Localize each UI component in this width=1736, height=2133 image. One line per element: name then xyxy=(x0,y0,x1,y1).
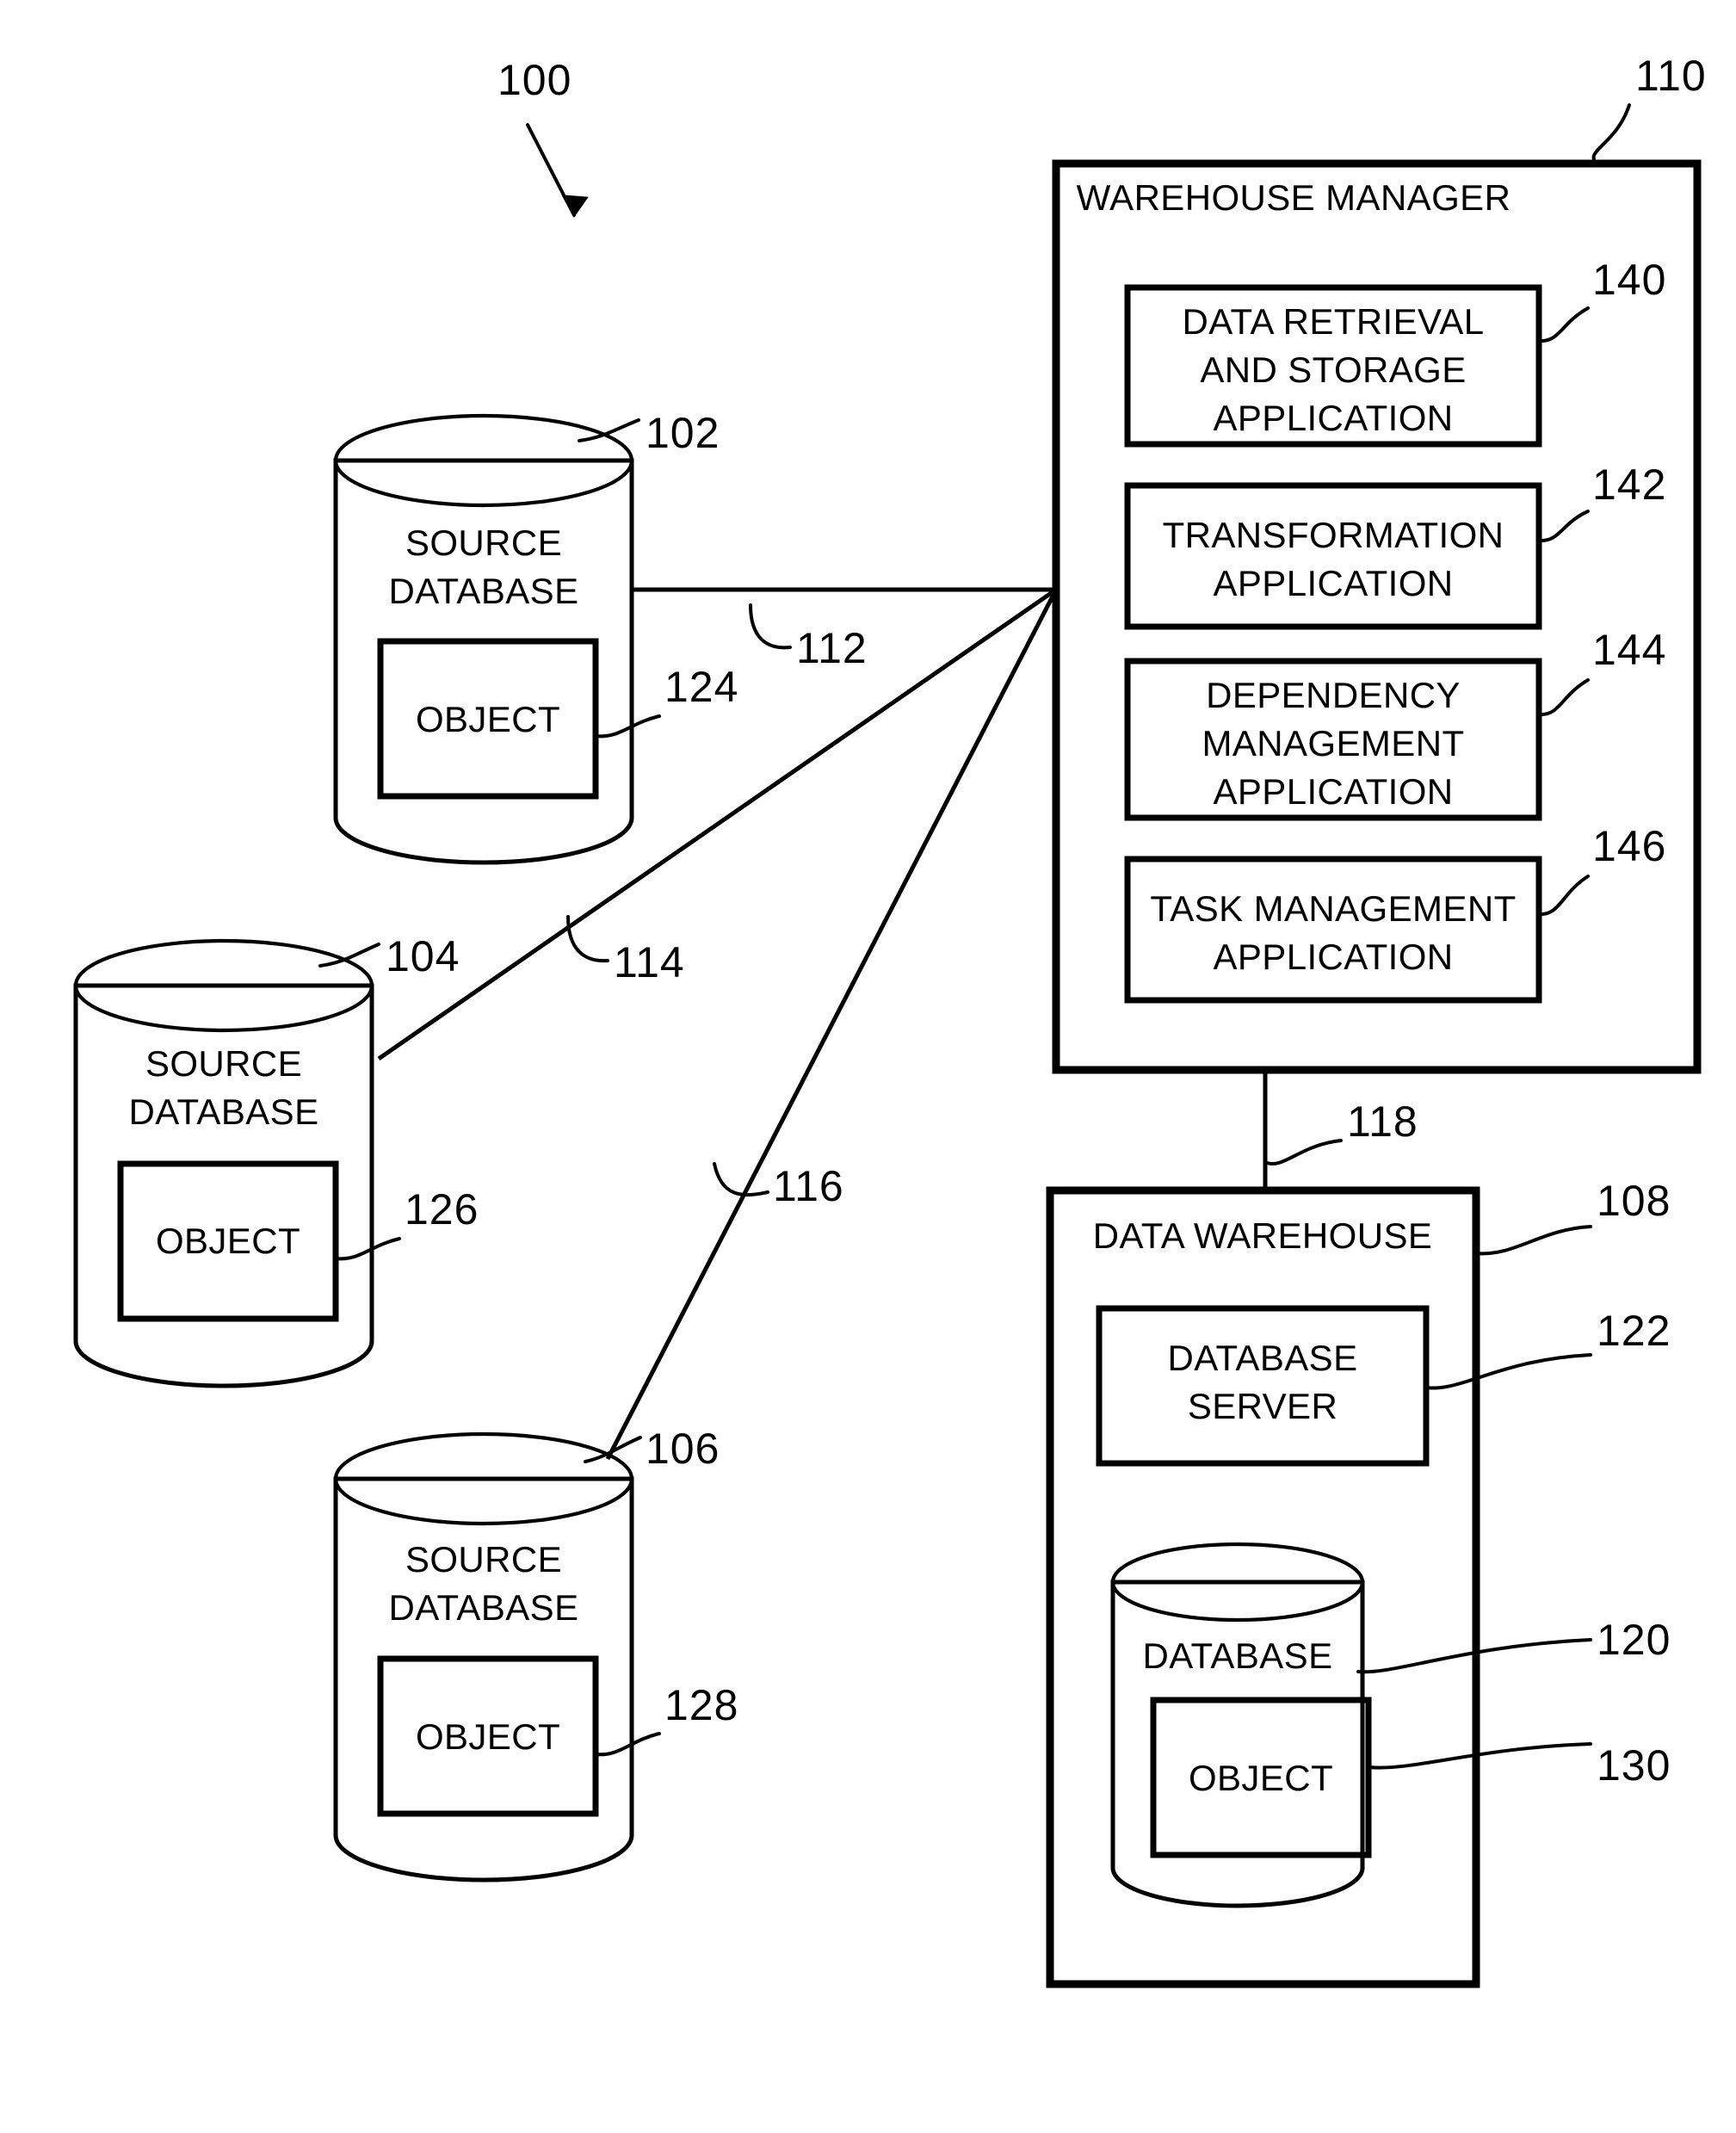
app-144-label-line2: MANAGEMENT xyxy=(1202,723,1464,764)
source-db-102-object-ref-label: 124 xyxy=(664,663,738,711)
figure-ref-100-label: 100 xyxy=(497,56,571,104)
figure-ref-100-group: 100 xyxy=(497,56,589,218)
warehouse-db-ref-label: 120 xyxy=(1597,1616,1671,1664)
warehouse-manager-ref-leader xyxy=(1591,103,1631,165)
app-142-outline xyxy=(1124,482,1542,630)
source-db-104-label-line1: SOURCE xyxy=(145,1043,302,1084)
app-140-label-line2: AND STORAGE xyxy=(1200,349,1466,390)
database-server-ref-label: 122 xyxy=(1597,1307,1671,1355)
source-db-106-label-line2: DATABASE xyxy=(388,1587,578,1628)
data-warehouse-box: DATA WAREHOUSE 108 DATABASE SERVER 122 D… xyxy=(1046,1177,1671,1988)
warehouse-manager-title: WAREHOUSE MANAGER xyxy=(1077,177,1511,218)
database-server-label-line2: SERVER xyxy=(1188,1386,1338,1426)
connection-ref-118-group: 118 xyxy=(1263,1097,1418,1165)
app-146-label-line1: TASK MANAGEMENT xyxy=(1150,888,1516,929)
source-db-102-ref-label: 102 xyxy=(646,409,720,457)
app-146-ref-leader xyxy=(1537,875,1590,917)
source-database-106: SOURCE DATABASE OBJECT 106 128 xyxy=(333,1425,738,1883)
app-box-data-retrieval-and-storage: DATA RETRIEVAL AND STORAGE APPLICATION 1… xyxy=(1124,256,1666,448)
database-server-ref-leader xyxy=(1424,1353,1592,1390)
database-server-box: DATABASE SERVER 122 xyxy=(1096,1305,1671,1467)
source-db-106-ref-label: 106 xyxy=(646,1425,720,1473)
app-box-dependency-management: DEPENDENCY MANAGEMENT APPLICATION 144 xyxy=(1124,626,1666,821)
warehouse-database-cylinder: DATABASE OBJECT 120 130 xyxy=(1110,1542,1671,1908)
database-server-label-line1: DATABASE xyxy=(1167,1338,1357,1378)
app-box-task-management: TASK MANAGEMENT APPLICATION 146 xyxy=(1124,822,1666,1004)
data-warehouse-title: DATA WAREHOUSE xyxy=(1093,1215,1433,1256)
figure-ref-100-arrowhead xyxy=(561,195,589,218)
source-database-104: SOURCE DATABASE OBJECT 104 126 xyxy=(73,932,479,1388)
source-db-106-label-line1: SOURCE xyxy=(405,1539,562,1580)
data-warehouse-ref-label: 108 xyxy=(1597,1177,1671,1225)
warehouse-db-label: DATABASE xyxy=(1142,1635,1332,1676)
warehouse-manager-box: WAREHOUSE MANAGER 110 DATA RETRIEVAL AND… xyxy=(1052,52,1707,1074)
app-144-label-line3: APPLICATION xyxy=(1213,771,1453,812)
source-db-102-label-line2: DATABASE xyxy=(388,571,578,611)
app-140-label-line1: DATA RETRIEVAL xyxy=(1182,301,1484,342)
source-db-104-ref-label: 104 xyxy=(386,932,460,980)
app-142-label-line1: TRANSFORMATION xyxy=(1163,515,1504,555)
app-144-ref-leader xyxy=(1537,678,1590,717)
app-140-ref-leader xyxy=(1537,306,1590,343)
connection-ref-118-label: 118 xyxy=(1347,1097,1418,1146)
connection-ref-114-group: 114 xyxy=(566,915,685,986)
patent-figure: 100 112 114 116 118 WAREHOUSE MANAGER 11… xyxy=(0,0,1736,2133)
source-db-104-object-label: OBJECT xyxy=(156,1221,300,1261)
connection-ref-112-label: 112 xyxy=(796,624,868,672)
connection-line-116 xyxy=(605,588,1059,1461)
app-146-label-line2: APPLICATION xyxy=(1213,937,1453,977)
diagram-canvas: 100 112 114 116 118 WAREHOUSE MANAGER 11… xyxy=(73,52,1707,1988)
connection-ref-116-label: 116 xyxy=(773,1162,844,1210)
source-database-102: SOURCE DATABASE OBJECT 102 124 xyxy=(333,409,738,865)
connection-ref-112-leader xyxy=(749,603,792,650)
connection-ref-116-group: 116 xyxy=(713,1162,844,1210)
source-db-104-label-line2: DATABASE xyxy=(128,1091,318,1132)
source-db-102-object-label: OBJECT xyxy=(416,699,560,739)
app-146-ref-label: 146 xyxy=(1592,822,1666,870)
data-warehouse-ref-leader xyxy=(1474,1225,1592,1256)
connection-ref-118-leader xyxy=(1263,1139,1343,1165)
app-142-ref-leader xyxy=(1537,510,1590,543)
source-db-104-object-ref-label: 126 xyxy=(405,1185,479,1233)
app-142-label-line2: APPLICATION xyxy=(1213,563,1453,603)
warehouse-manager-ref-label: 110 xyxy=(1635,52,1707,100)
app-146-outline xyxy=(1124,856,1542,1004)
app-140-ref-label: 140 xyxy=(1592,256,1666,304)
app-144-ref-label: 144 xyxy=(1592,626,1666,674)
app-142-ref-label: 142 xyxy=(1592,461,1666,509)
connection-ref-114-label: 114 xyxy=(614,938,685,986)
warehouse-db-object-ref-label: 130 xyxy=(1597,1741,1671,1790)
source-db-106-object-label: OBJECT xyxy=(416,1716,560,1757)
app-140-label-line3: APPLICATION xyxy=(1213,398,1453,438)
source-db-102-label-line1: SOURCE xyxy=(405,522,562,563)
source-db-106-object-ref-label: 128 xyxy=(664,1681,738,1729)
warehouse-db-object-label: OBJECT xyxy=(1189,1758,1333,1798)
app-box-transformation: TRANSFORMATION APPLICATION 142 xyxy=(1124,461,1666,630)
app-144-label-line1: DEPENDENCY xyxy=(1206,675,1461,715)
connection-ref-112-group: 112 xyxy=(749,603,868,672)
